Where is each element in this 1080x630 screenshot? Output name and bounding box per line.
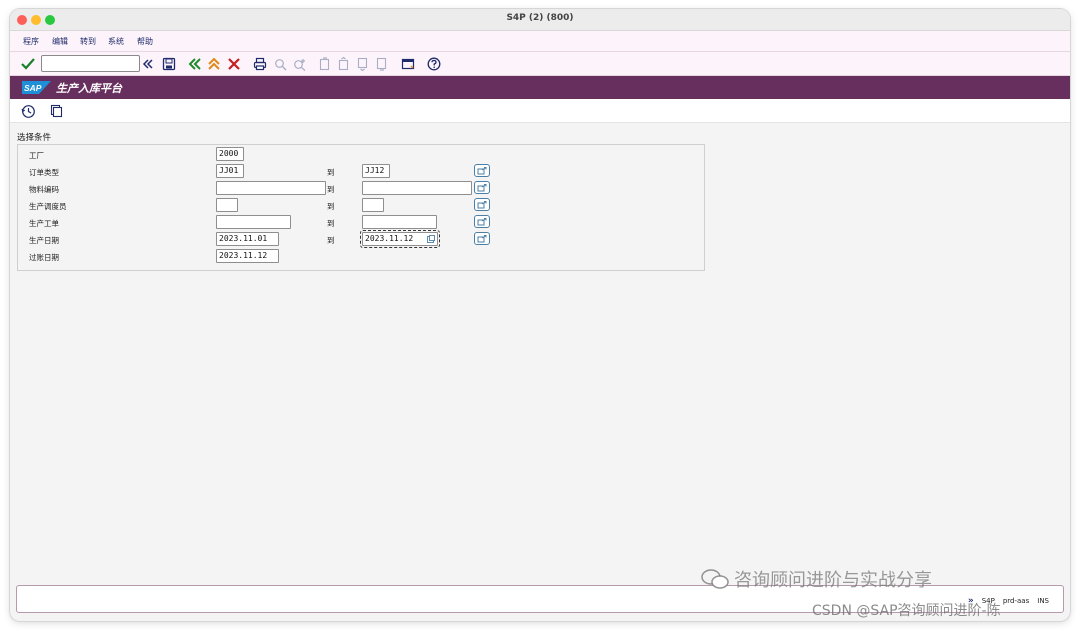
production-order-low-field[interactable] <box>216 215 291 229</box>
scheduler-label: 生产调度员 <box>29 202 67 211</box>
plant-field[interactable]: 2000 <box>216 147 244 161</box>
window-titlebar: S4P (2) (800) <box>10 9 1070 31</box>
main-content: 选择条件 工厂 2000 订单类型 JJ01 到 JJ12 物料编码 到 生产调… <box>10 123 1070 583</box>
execute-icon[interactable] <box>20 103 36 119</box>
material-multiple-selection-button[interactable] <box>474 181 490 194</box>
production-date-to-label: 到 <box>327 236 335 245</box>
selection-group: 工厂 2000 订单类型 JJ01 到 JJ12 物料编码 到 生产调度员 到 <box>17 144 705 271</box>
command-field[interactable] <box>41 55 140 72</box>
svg-text:SAP: SAP <box>24 83 42 93</box>
menu-goto[interactable]: 转到 <box>80 36 96 47</box>
material-low-field[interactable] <box>216 181 326 195</box>
window-title: S4P (2) (800) <box>506 13 574 23</box>
posting-date-field[interactable]: 2023.11.12 <box>216 249 279 263</box>
status-mode: INS <box>1037 597 1049 605</box>
multiple-selection-icon <box>477 234 487 242</box>
multiple-selection-icon <box>477 166 487 174</box>
order-type-high-field[interactable]: JJ12 <box>362 164 390 178</box>
multiple-selection-icon <box>477 200 487 208</box>
scheduler-high-field[interactable] <box>362 198 384 212</box>
get-variant-icon[interactable] <box>48 103 64 119</box>
wechat-icon <box>701 569 729 589</box>
production-date-label: 生产日期 <box>29 236 59 245</box>
save-icon[interactable] <box>161 56 177 72</box>
find-icon <box>272 56 288 72</box>
exit-icon[interactable] <box>206 56 222 72</box>
app-title-bar: SAP 生产入库平台 <box>10 76 1070 99</box>
menu-system[interactable]: 系统 <box>108 36 124 47</box>
previous-page-icon <box>335 56 351 72</box>
material-high-field[interactable] <box>362 181 472 195</box>
first-page-icon <box>316 56 332 72</box>
scheduler-multiple-selection-button[interactable] <box>474 198 490 211</box>
order-type-low-field[interactable]: JJ01 <box>216 164 244 178</box>
menu-edit[interactable]: 编辑 <box>52 36 68 47</box>
menu-bar: 程序 编辑 转到 系统 帮助 <box>10 31 1070 52</box>
back-icon[interactable] <box>187 56 203 72</box>
enter-check-icon[interactable] <box>20 56 36 72</box>
production-date-high-value: 2023.11.12 <box>365 234 414 243</box>
print-icon[interactable] <box>252 56 268 72</box>
help-icon[interactable] <box>426 56 442 72</box>
new-session-icon[interactable] <box>400 56 416 72</box>
production-date-low-field[interactable]: 2023.11.01 <box>216 232 279 246</box>
plant-label: 工厂 <box>29 151 44 160</box>
last-page-icon <box>373 56 389 72</box>
order-type-to-label: 到 <box>327 168 335 177</box>
order-type-label: 订单类型 <box>29 168 59 177</box>
scheduler-to-label: 到 <box>327 202 335 211</box>
production-order-label: 生产工单 <box>29 219 59 228</box>
scheduler-low-field[interactable] <box>216 198 238 212</box>
posting-date-label: 过账日期 <box>29 253 59 262</box>
sap-logo: SAP <box>22 81 51 94</box>
calendar-help-icon[interactable] <box>427 235 435 243</box>
app-title: 生产入库平台 <box>56 82 122 95</box>
status-server: prd-aas <box>1002 597 1030 605</box>
production-order-multiple-selection-button[interactable] <box>474 215 490 228</box>
cancel-icon[interactable] <box>226 56 242 72</box>
order-type-multiple-selection-button[interactable] <box>474 164 490 177</box>
sap-window: S4P (2) (800) 程序 编辑 转到 系统 帮助 SAP 生产入库平台 … <box>10 9 1070 621</box>
material-to-label: 到 <box>327 185 335 194</box>
next-page-icon <box>354 56 370 72</box>
production-order-high-field[interactable] <box>362 215 437 229</box>
section-title: 选择条件 <box>17 133 52 143</box>
material-label: 物料编码 <box>29 185 59 194</box>
find-next-icon <box>291 56 307 72</box>
standard-toolbar <box>10 52 1070 76</box>
production-order-to-label: 到 <box>327 219 335 228</box>
watermark-author: CSDN @SAP咨询顾问进阶-陈 <box>812 603 1001 619</box>
application-toolbar <box>10 99 1070 123</box>
multiple-selection-icon <box>477 217 487 225</box>
menu-program[interactable]: 程序 <box>23 36 39 47</box>
watermark-channel: 咨询顾问进阶与实战分享 <box>700 566 932 592</box>
production-date-high-field[interactable]: 2023.11.12 <box>360 230 440 248</box>
watermark-channel-text: 咨询顾问进阶与实战分享 <box>734 570 932 591</box>
menu-help[interactable]: 帮助 <box>137 36 153 47</box>
command-history-icon[interactable] <box>140 56 156 72</box>
production-date-multiple-selection-button[interactable] <box>474 232 490 245</box>
multiple-selection-icon <box>477 183 487 191</box>
